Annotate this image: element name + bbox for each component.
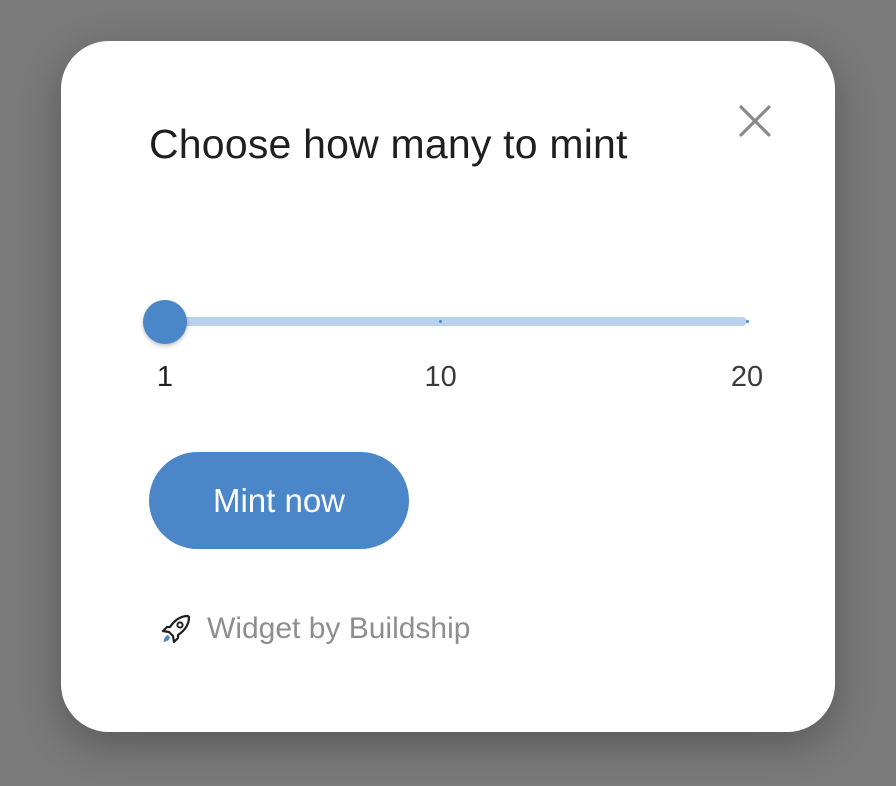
- slider-tick-label: 20: [730, 361, 764, 393]
- slider-tick-label: 1: [156, 361, 174, 393]
- buildship-credit-link[interactable]: Widget by Buildship: [159, 609, 470, 649]
- mint-dialog: Choose how many to mint 1 10 20 Mint now W…: [61, 41, 835, 732]
- mint-now-button[interactable]: Mint now: [149, 452, 409, 549]
- close-button[interactable]: [735, 101, 775, 141]
- quantity-slider[interactable]: [143, 297, 755, 345]
- slider-tick-label: 10: [424, 361, 457, 393]
- slider-thumb[interactable]: [143, 300, 187, 344]
- slider-tick-mark: [745, 320, 749, 323]
- rocket-icon: [161, 614, 191, 644]
- footer-text: Widget by Buildship: [207, 612, 471, 645]
- slider-track[interactable]: [165, 317, 747, 326]
- close-icon: [739, 105, 771, 137]
- dialog-title: Choose how many to mint: [149, 121, 628, 167]
